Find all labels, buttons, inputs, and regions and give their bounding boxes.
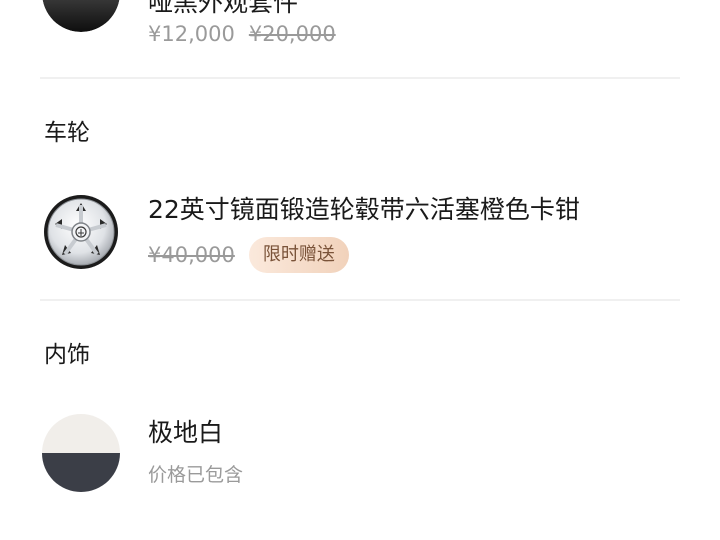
section-title-wheels: 车轮	[44, 120, 90, 146]
price-row: ¥12,000 ¥20,000	[148, 15, 336, 53]
price-row: ¥40,000 限时赠送	[148, 236, 349, 274]
original-price: ¥20,000	[248, 22, 336, 46]
wheel-icon	[42, 193, 120, 271]
current-price: ¥12,000	[148, 22, 235, 46]
gift-badge: 限时赠送	[248, 237, 349, 273]
original-price: ¥40,000	[148, 243, 235, 267]
matte-black-swatch-icon	[42, 0, 120, 32]
option-item-wheels[interactable]: 22英寸镜面锻造轮毂带六活塞橙色卡钳 ¥40,000 限时赠送	[0, 193, 720, 289]
option-title: 22英寸镜面锻造轮毂带六活塞橙色卡钳	[148, 195, 580, 224]
option-title: 极地白	[148, 418, 224, 447]
price-row: 价格已包含	[148, 454, 243, 492]
configuration-summary: 哑黑外观套件 ¥12,000 ¥20,000 车轮 22英寸镜面锻造轮毂带六活塞…	[0, 0, 720, 540]
price-included-note: 价格已包含	[148, 463, 244, 486]
option-item-interior[interactable]: 极地白 价格已包含	[0, 414, 720, 510]
polar-white-swatch-icon	[42, 414, 120, 492]
option-item-exterior-kit[interactable]: 哑黑外观套件 ¥12,000 ¥20,000	[0, 0, 720, 50]
divider	[40, 299, 680, 301]
section-title-interior: 内饰	[44, 342, 90, 368]
divider	[40, 77, 680, 79]
